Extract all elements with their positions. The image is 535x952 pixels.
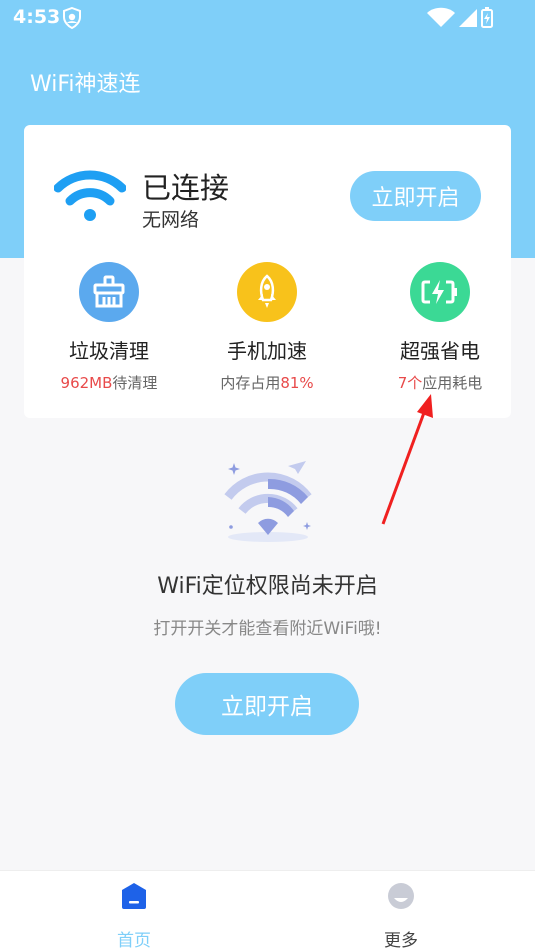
feature-junk-clean[interactable]: 垃圾清理 962MB待清理 bbox=[24, 262, 194, 393]
feature-subtitle: 7个应用耗电 bbox=[397, 374, 483, 392]
wifi-location-illustration bbox=[224, 461, 312, 542]
bottom-nav: 首页 更多 bbox=[0, 870, 535, 952]
broom-icon bbox=[79, 262, 139, 322]
feature-phone-boost[interactable]: 手机加速 内存占用81% bbox=[182, 262, 352, 393]
feature-title: 超强省电 bbox=[400, 339, 480, 363]
feature-subtitle: 962MB待清理 bbox=[60, 374, 158, 392]
signal-icon bbox=[459, 9, 477, 27]
nav-item-more[interactable]: 更多 bbox=[267, 871, 535, 952]
nav-label-home: 首页 bbox=[117, 931, 151, 951]
system-status-icons bbox=[427, 7, 493, 28]
status-time: 4:53 bbox=[13, 6, 61, 28]
enable-button-top[interactable]: 立即开启 bbox=[350, 171, 481, 221]
connection-status: 已连接 bbox=[142, 171, 230, 205]
shield-icon bbox=[63, 7, 81, 29]
battery-icon bbox=[481, 7, 493, 28]
feature-title: 手机加速 bbox=[227, 339, 307, 363]
wifi-icon bbox=[54, 170, 126, 221]
home-icon bbox=[122, 883, 146, 909]
more-face-icon bbox=[388, 883, 414, 909]
nav-item-home[interactable]: 首页 bbox=[0, 871, 268, 952]
enable-permission-button[interactable]: 立即开启 bbox=[175, 673, 359, 735]
permission-title: WiFi定位权限尚未开启 bbox=[157, 574, 378, 599]
rocket-icon bbox=[237, 262, 297, 322]
permission-subtitle: 打开开关才能查看附近WiFi哦! bbox=[153, 619, 382, 639]
battery-charge-icon bbox=[410, 262, 470, 322]
network-name: 无网络 bbox=[142, 209, 200, 231]
feature-title: 垃圾清理 bbox=[69, 339, 149, 363]
feature-power-save[interactable]: 超强省电 7个应用耗电 bbox=[355, 262, 525, 393]
nav-label-more: 更多 bbox=[384, 931, 418, 951]
connection-card: 已连接 无网络 立即开启 垃圾清理 962MB待清理 手机加速 内存占用81% bbox=[24, 125, 511, 418]
wifi-status-icon bbox=[427, 7, 455, 27]
status-bar: 4:53 bbox=[0, 0, 535, 36]
feature-subtitle: 内存占用81% bbox=[220, 374, 314, 392]
app-title: WiFi神速连 bbox=[30, 72, 141, 97]
